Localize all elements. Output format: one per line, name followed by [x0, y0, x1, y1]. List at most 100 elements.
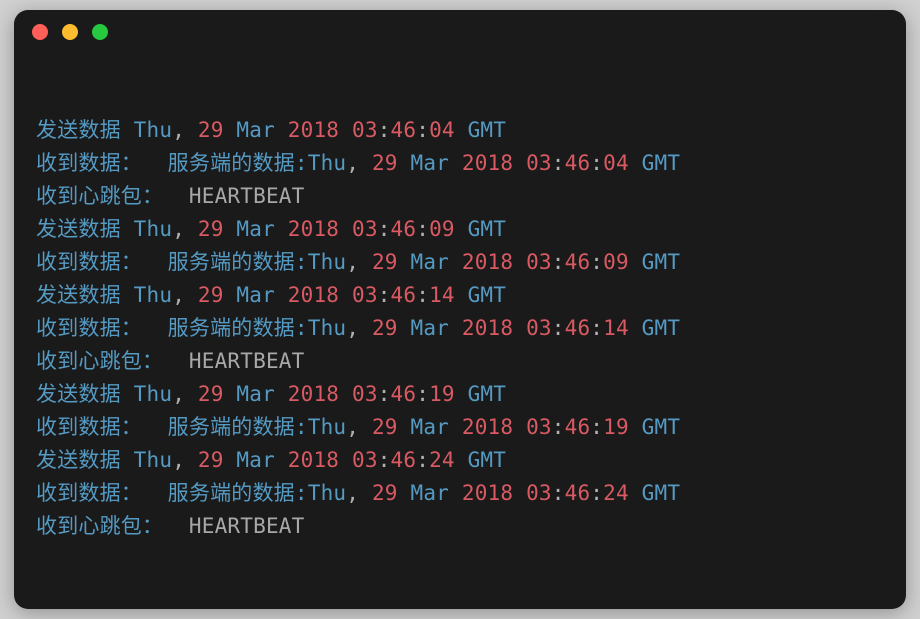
- log-token: Thu: [308, 415, 347, 439]
- log-token: :: [378, 283, 391, 307]
- log-token: 收到数据： 服务端的数据:: [36, 481, 308, 505]
- log-token: 24: [429, 448, 455, 472]
- maximize-icon[interactable]: [92, 24, 108, 40]
- log-token: 03: [352, 217, 378, 241]
- log-token: GMT: [455, 283, 506, 307]
- log-token: [513, 316, 526, 340]
- log-token: :: [552, 250, 565, 274]
- log-token: 29: [198, 118, 224, 142]
- log-token: :: [552, 151, 565, 175]
- log-token: 2018: [288, 382, 339, 406]
- log-line: 收到心跳包： HEARTBEAT: [36, 510, 884, 543]
- log-token: :: [590, 415, 603, 439]
- log-token: [513, 250, 526, 274]
- log-token: GMT: [455, 217, 506, 241]
- log-token: 14: [429, 283, 455, 307]
- log-token: :: [416, 283, 429, 307]
- terminal-output: 发送数据 Thu, 29 Mar 2018 03:46:04 GMT收到数据： …: [14, 54, 906, 543]
- log-token: ,: [172, 382, 198, 406]
- log-token: GMT: [455, 448, 506, 472]
- log-token: 09: [603, 250, 629, 274]
- log-token: 2018: [462, 316, 513, 340]
- log-token: :: [378, 217, 391, 241]
- log-token: ,: [346, 415, 372, 439]
- log-token: 29: [198, 217, 224, 241]
- log-token: 46: [391, 283, 417, 307]
- log-token: :: [552, 481, 565, 505]
- log-token: 发送数据: [36, 283, 134, 307]
- log-line: 发送数据 Thu, 29 Mar 2018 03:46:04 GMT: [36, 114, 884, 147]
- log-line: 收到数据： 服务端的数据:Thu, 29 Mar 2018 03:46:04 G…: [36, 147, 884, 180]
- log-token: 29: [198, 283, 224, 307]
- log-token: Thu: [134, 283, 173, 307]
- log-token: 收到数据： 服务端的数据:: [36, 316, 308, 340]
- log-token: [339, 118, 352, 142]
- log-token: Thu: [134, 217, 173, 241]
- minimize-icon[interactable]: [62, 24, 78, 40]
- log-token: ,: [346, 250, 372, 274]
- log-token: :: [416, 217, 429, 241]
- log-token: 29: [198, 448, 224, 472]
- log-token: Mar: [398, 151, 462, 175]
- log-token: 29: [198, 382, 224, 406]
- log-token: 收到心跳包：: [36, 349, 189, 373]
- log-line: 收到心跳包： HEARTBEAT: [36, 345, 884, 378]
- log-token: ,: [346, 481, 372, 505]
- log-token: Mar: [224, 382, 288, 406]
- log-token: GMT: [629, 151, 680, 175]
- log-token: :: [416, 382, 429, 406]
- log-token: 03: [526, 481, 552, 505]
- terminal-window: 发送数据 Thu, 29 Mar 2018 03:46:04 GMT收到数据： …: [14, 10, 906, 609]
- log-token: 03: [526, 250, 552, 274]
- log-token: Thu: [308, 316, 347, 340]
- close-icon[interactable]: [32, 24, 48, 40]
- log-line: 收到数据： 服务端的数据:Thu, 29 Mar 2018 03:46:24 G…: [36, 477, 884, 510]
- log-token: :: [378, 118, 391, 142]
- log-token: 发送数据: [36, 382, 134, 406]
- log-token: Mar: [398, 316, 462, 340]
- log-token: :: [552, 316, 565, 340]
- log-token: GMT: [455, 118, 506, 142]
- log-token: ,: [172, 118, 198, 142]
- log-token: HEARTBEAT: [189, 349, 305, 373]
- log-line: 发送数据 Thu, 29 Mar 2018 03:46:14 GMT: [36, 279, 884, 312]
- log-token: Mar: [224, 217, 288, 241]
- log-line: 发送数据 Thu, 29 Mar 2018 03:46:09 GMT: [36, 213, 884, 246]
- log-token: 29: [372, 415, 398, 439]
- log-token: 发送数据: [36, 217, 134, 241]
- log-token: Mar: [398, 250, 462, 274]
- log-token: :: [416, 448, 429, 472]
- log-token: 46: [391, 217, 417, 241]
- log-token: :: [416, 118, 429, 142]
- log-token: Mar: [398, 481, 462, 505]
- log-token: :: [590, 151, 603, 175]
- log-token: 2018: [288, 448, 339, 472]
- log-token: [339, 283, 352, 307]
- log-token: 46: [391, 448, 417, 472]
- log-token: 2018: [462, 151, 513, 175]
- log-token: 46: [565, 481, 591, 505]
- log-token: Thu: [308, 250, 347, 274]
- log-token: 收到心跳包：: [36, 514, 189, 538]
- log-token: 46: [565, 316, 591, 340]
- log-token: Thu: [134, 382, 173, 406]
- log-token: 2018: [462, 481, 513, 505]
- log-token: 46: [565, 250, 591, 274]
- log-token: HEARTBEAT: [189, 514, 305, 538]
- log-token: 2018: [462, 250, 513, 274]
- log-token: :: [378, 448, 391, 472]
- log-token: ,: [172, 217, 198, 241]
- log-token: ,: [172, 283, 198, 307]
- log-token: Thu: [308, 481, 347, 505]
- log-token: 46: [391, 118, 417, 142]
- log-line: 收到数据： 服务端的数据:Thu, 29 Mar 2018 03:46:14 G…: [36, 312, 884, 345]
- log-token: 收到数据： 服务端的数据:: [36, 250, 308, 274]
- log-token: 2018: [288, 118, 339, 142]
- log-token: 14: [603, 316, 629, 340]
- log-token: :: [590, 316, 603, 340]
- log-token: 29: [372, 316, 398, 340]
- log-token: ,: [346, 151, 372, 175]
- log-line: 发送数据 Thu, 29 Mar 2018 03:46:19 GMT: [36, 378, 884, 411]
- log-token: 发送数据: [36, 448, 134, 472]
- log-token: :: [552, 415, 565, 439]
